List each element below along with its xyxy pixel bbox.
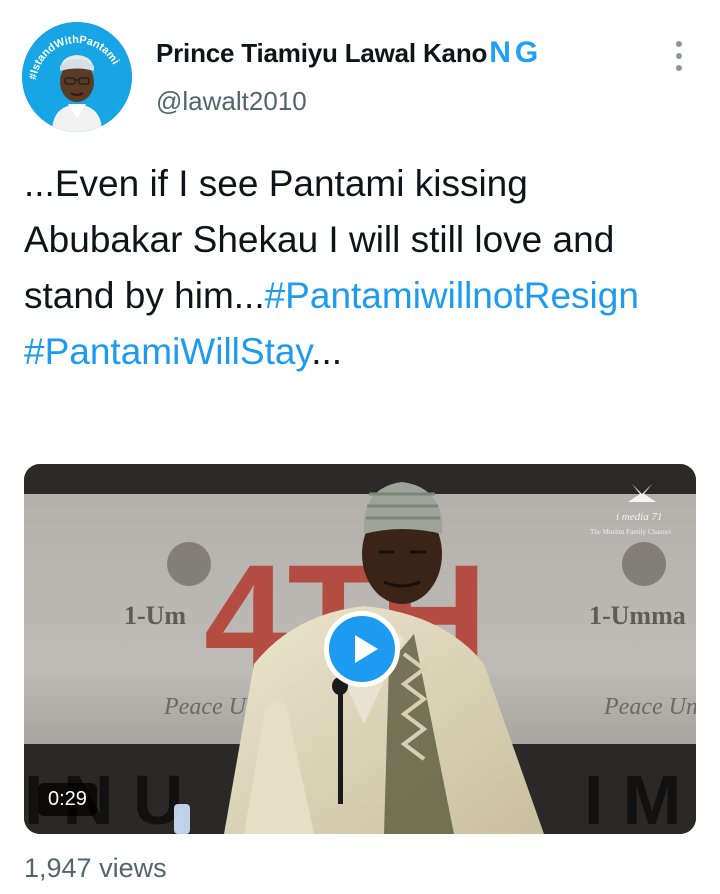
play-icon[interactable] xyxy=(324,611,400,687)
watermark-line1: i media 71 xyxy=(616,511,662,523)
tweet-text: ...Even if I see Pantami kissing Abubaka… xyxy=(24,156,684,380)
author-name[interactable]: Prince Tiamiyu Lawal KanoNG xyxy=(156,36,542,70)
avatar[interactable]: #IstandWithPantami xyxy=(22,22,132,132)
author-handle[interactable]: @lawalt2010 xyxy=(156,86,307,117)
more-dot xyxy=(676,53,682,59)
more-dot xyxy=(676,41,682,47)
more-vertical-icon[interactable] xyxy=(664,38,694,74)
video-player[interactable]: 4TH 1-Um 1-Umma Peace Unity Peace Unity … xyxy=(24,464,696,834)
hashtag-link[interactable]: #PantamiwillnotResign xyxy=(265,275,639,316)
banner-script-right: Peace Unity xyxy=(603,694,696,720)
hashtag-link[interactable]: #PantamiWillStay xyxy=(24,331,311,372)
view-count: 1,947 views xyxy=(24,853,167,883)
tweet-trailing: ... xyxy=(311,331,343,372)
watermark-line2: The Muslim Family Channel xyxy=(590,528,671,536)
video-duration: 0:29 xyxy=(38,783,97,816)
author-name-text: Prince Tiamiyu Lawal Kano xyxy=(156,38,488,68)
more-dot xyxy=(676,65,682,71)
country-flag-label: NG xyxy=(489,36,543,69)
avatar-image: #IstandWithPantami xyxy=(22,22,132,132)
banner-bottom-text-right: I M xyxy=(584,761,681,834)
banner-right-text: 1-Umma xyxy=(589,601,686,630)
banner-left-text: 1-Um xyxy=(124,601,186,630)
